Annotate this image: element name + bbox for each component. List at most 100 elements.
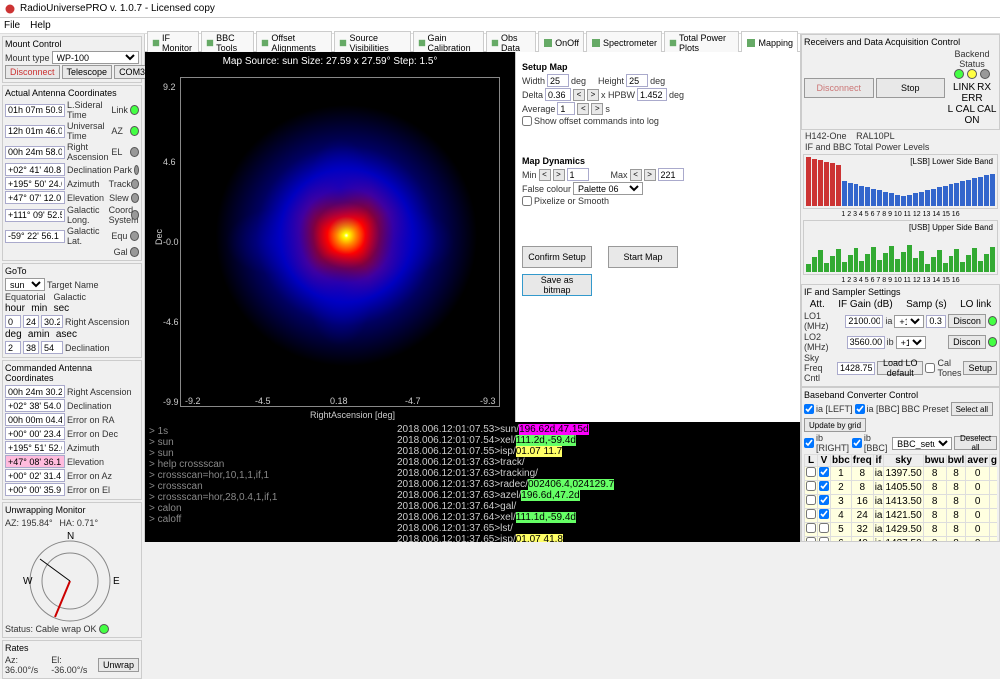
discon1-button[interactable]: Discon: [948, 314, 986, 328]
disconnect-button[interactable]: Disconnect: [5, 65, 60, 79]
tab-offset-alignments[interactable]: Offset Alignments: [256, 31, 332, 55]
tab-obs-data[interactable]: Obs Data: [486, 31, 536, 55]
tab-source-visibilities[interactable]: Source Visibilities: [334, 31, 410, 55]
cmd-val-5[interactable]: [5, 455, 65, 468]
delta-up[interactable]: >: [587, 89, 599, 101]
cmd-val-4[interactable]: [5, 441, 65, 454]
lo2-input[interactable]: [847, 336, 885, 349]
table-row[interactable]: 28ia1405.50880man00: [805, 481, 998, 495]
tab-if-monitor[interactable]: IF Monitor: [147, 31, 199, 55]
save-bitmap-button[interactable]: Save as bitmap: [522, 274, 592, 296]
hpbw-input[interactable]: [637, 88, 667, 101]
avg-up[interactable]: >: [591, 103, 603, 115]
actual-val-3[interactable]: [5, 163, 65, 176]
gain1-select[interactable]: +12: [894, 315, 924, 328]
ib-right-check[interactable]: [804, 438, 814, 448]
deselectall-button[interactable]: Deselect all: [954, 436, 997, 450]
ra-min[interactable]: [23, 315, 39, 328]
table-row[interactable]: 424ia1421.50880man00: [805, 509, 998, 523]
update-button[interactable]: Update by grid: [804, 418, 866, 432]
map-width[interactable]: [547, 74, 569, 87]
discon2-button[interactable]: Discon: [948, 335, 986, 349]
menu-help[interactable]: Help: [30, 20, 51, 31]
map-height[interactable]: [626, 74, 648, 87]
tab-total-power-plots[interactable]: Total Power Plots: [664, 31, 739, 55]
console-input[interactable]: > 1s> sun> sun> help crossscan> crosssca…: [145, 422, 395, 542]
avg-down[interactable]: <: [577, 103, 589, 115]
actual-val-0[interactable]: [5, 104, 65, 117]
setup-button[interactable]: Setup: [963, 361, 997, 375]
actual-val-2[interactable]: [5, 146, 65, 159]
gain2-select[interactable]: +12: [896, 336, 926, 349]
cmd-val-6[interactable]: [5, 469, 65, 482]
ia-bbc-check[interactable]: [855, 404, 865, 414]
tab-spectrometer[interactable]: Spectrometer: [586, 31, 662, 55]
usb-bar-4: [830, 256, 835, 272]
table-row[interactable]: 532ia1429.50880man00: [805, 523, 998, 537]
skyfreq-input[interactable]: [837, 362, 875, 375]
delta-down[interactable]: <: [573, 89, 585, 101]
bbc-table[interactable]: LVbbcfreqifskybwubwlavergmodegainugainl …: [804, 454, 997, 542]
tab-gain-calibration[interactable]: Gain Calibration: [413, 31, 484, 55]
max-input[interactable]: [658, 168, 684, 181]
compass-display: NEW: [5, 529, 135, 624]
tab-onoff[interactable]: OnOff: [538, 31, 584, 55]
load-lo-button[interactable]: Load LO default: [877, 361, 923, 375]
usb-bars: [USB] Upper Side Band: [803, 220, 998, 275]
min-up[interactable]: >: [553, 169, 565, 181]
actual-val-1[interactable]: [5, 125, 65, 138]
max-down[interactable]: <: [630, 169, 642, 181]
mount-type-select[interactable]: WP-100: [52, 51, 139, 64]
tab-bbc-tools[interactable]: BBC Tools: [201, 31, 254, 55]
dec-deg[interactable]: [5, 341, 21, 354]
palette-select[interactable]: Palette 06: [573, 182, 643, 195]
caltones-check[interactable]: [925, 363, 935, 373]
ra-hour[interactable]: [5, 315, 21, 328]
delta-input[interactable]: [545, 88, 571, 101]
show-offset-check[interactable]: [522, 116, 532, 126]
selectall-button[interactable]: Select all: [951, 402, 993, 416]
coord-led-4: [131, 179, 139, 189]
start-map-button[interactable]: Start Map: [608, 246, 678, 268]
rx-disconnect-button[interactable]: Disconnect: [804, 78, 874, 98]
lsb-bar-30: [984, 175, 989, 206]
cmd-val-1[interactable]: [5, 399, 65, 412]
target-select[interactable]: sun: [5, 278, 45, 291]
dec-amin[interactable]: [23, 341, 39, 354]
min-down[interactable]: <: [539, 169, 551, 181]
lo1-input[interactable]: [845, 315, 883, 328]
lsb-bar-11: [871, 189, 876, 207]
actual-val-6[interactable]: [5, 209, 65, 222]
cmd-val-2[interactable]: [5, 413, 65, 426]
telescope-button[interactable]: Telescope: [62, 65, 113, 79]
x-axis-label: RightAscension [deg]: [310, 410, 395, 420]
ia-left-check[interactable]: [804, 404, 814, 414]
ra-sec[interactable]: [41, 315, 63, 328]
avg-input[interactable]: [557, 102, 575, 115]
preset-select[interactable]: BBC_setup02: [892, 437, 952, 450]
tab-mapping[interactable]: Mapping: [741, 31, 798, 55]
actual-val-7[interactable]: [5, 230, 65, 243]
rx-stop-button[interactable]: Stop: [876, 78, 946, 98]
lsb-bar-3: [824, 162, 829, 207]
pixelize-check[interactable]: [522, 196, 532, 206]
min-input[interactable]: [567, 168, 589, 181]
unwrap-button[interactable]: Unwrap: [98, 658, 139, 672]
dec-asec[interactable]: [41, 341, 63, 354]
menu-file[interactable]: File: [4, 20, 20, 31]
table-row[interactable]: 18ia1397.50880man00: [805, 467, 998, 481]
ib-bbc-check[interactable]: [852, 438, 862, 448]
sky-map-plot[interactable]: [180, 77, 500, 407]
actual-val-4[interactable]: [5, 177, 65, 190]
confirm-setup-button[interactable]: Confirm Setup: [522, 246, 592, 268]
cmd-val-3[interactable]: [5, 427, 65, 440]
samp-input[interactable]: [926, 315, 946, 328]
max-up[interactable]: >: [644, 169, 656, 181]
actual-val-5[interactable]: [5, 191, 65, 204]
usb-bar-21: [931, 257, 936, 272]
table-row[interactable]: 640ia1437.50880man00: [805, 537, 998, 543]
cmd-val-0[interactable]: [5, 385, 65, 398]
table-row[interactable]: 316ia1413.50880man00: [805, 495, 998, 509]
cmd-val-7[interactable]: [5, 483, 65, 496]
usb-bar-27: [966, 255, 971, 272]
